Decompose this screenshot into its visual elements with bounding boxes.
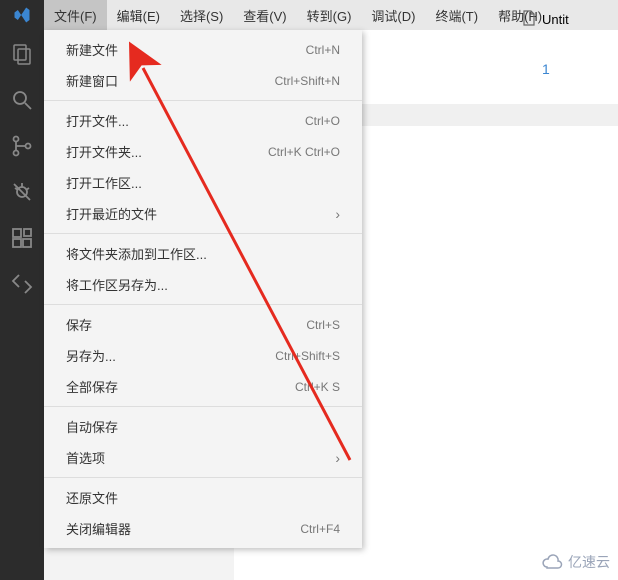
menu-item-label: 首选项 (66, 448, 105, 467)
menu-add-folder-workspace[interactable]: 将文件夹添加到工作区... (44, 238, 362, 269)
editor-tab-untitled[interactable]: Untit (512, 4, 579, 35)
cloud-icon (540, 554, 564, 570)
extensions-icon[interactable] (10, 226, 34, 250)
debug-icon[interactable] (10, 180, 34, 204)
source-control-icon[interactable] (10, 134, 34, 158)
menu-edit[interactable]: 编辑(E) (107, 0, 170, 30)
menu-separator (44, 304, 362, 305)
search-icon[interactable] (10, 88, 34, 112)
vscode-app-icon (0, 0, 44, 30)
shortcut: Ctrl+S (306, 318, 340, 332)
explorer-icon[interactable] (10, 42, 34, 66)
document-icon (522, 10, 536, 29)
menu-open-file[interactable]: 打开文件... Ctrl+O (44, 105, 362, 136)
watermark: 亿速云 (540, 552, 610, 572)
menu-separator (44, 100, 362, 101)
menu-separator (44, 406, 362, 407)
chevron-right-icon: › (335, 450, 340, 466)
menu-item-label: 将文件夹添加到工作区... (66, 244, 207, 263)
menu-view[interactable]: 查看(V) (233, 0, 296, 30)
menu-item-label: 打开最近的文件 (66, 204, 157, 223)
menu-item-label: 打开文件... (66, 111, 129, 130)
watermark-text: 亿速云 (568, 552, 610, 572)
menu-item-label: 将工作区另存为... (66, 275, 168, 294)
menu-revert-file[interactable]: 还原文件 (44, 482, 362, 513)
menu-close-editor[interactable]: 关闭编辑器 Ctrl+F4 (44, 513, 362, 544)
menu-save-as[interactable]: 另存为... Ctrl+Shift+S (44, 340, 362, 371)
shortcut: Ctrl+F4 (300, 522, 340, 536)
menu-new-file[interactable]: 新建文件 Ctrl+N (44, 34, 362, 65)
menu-new-window[interactable]: 新建窗口 Ctrl+Shift+N (44, 65, 362, 96)
menu-preferences[interactable]: 首选项 › (44, 442, 362, 473)
file-menu-dropdown: 新建文件 Ctrl+N 新建窗口 Ctrl+Shift+N 打开文件... Ct… (44, 30, 362, 548)
menu-terminal[interactable]: 终端(T) (425, 0, 488, 30)
shortcut: Ctrl+K Ctrl+O (268, 145, 340, 159)
menu-file[interactable]: 文件(F) (44, 0, 107, 30)
shortcut: Ctrl+O (305, 114, 340, 128)
menu-goto[interactable]: 转到(G) (297, 0, 362, 30)
line-number: 1 (542, 61, 550, 77)
menu-item-label: 自动保存 (66, 417, 118, 436)
menu-open-workspace[interactable]: 打开工作区... (44, 167, 362, 198)
menu-item-label: 新建窗口 (66, 71, 118, 90)
menu-open-recent[interactable]: 打开最近的文件 › (44, 198, 362, 229)
menu-debug[interactable]: 调试(D) (361, 0, 425, 30)
menu-save-all[interactable]: 全部保存 Ctrl+K S (44, 371, 362, 402)
menu-open-folder[interactable]: 打开文件夹... Ctrl+K Ctrl+O (44, 136, 362, 167)
menu-item-label: 打开文件夹... (66, 142, 142, 161)
menu-item-label: 另存为... (66, 346, 116, 365)
menu-save-workspace-as[interactable]: 将工作区另存为... (44, 269, 362, 300)
menu-save[interactable]: 保存 Ctrl+S (44, 309, 362, 340)
tab-label: Untit (542, 12, 569, 27)
menu-item-label: 新建文件 (66, 40, 118, 59)
menu-item-label: 还原文件 (66, 488, 118, 507)
menu-separator (44, 233, 362, 234)
menu-item-label: 打开工作区... (66, 173, 142, 192)
activity-bar (0, 30, 44, 580)
chevron-right-icon: › (335, 206, 340, 222)
shortcut: Ctrl+Shift+N (275, 74, 340, 88)
menu-item-label: 全部保存 (66, 377, 118, 396)
more-icon[interactable] (10, 272, 34, 296)
menu-auto-save[interactable]: 自动保存 (44, 411, 362, 442)
menu-item-label: 保存 (66, 315, 92, 334)
menu-separator (44, 477, 362, 478)
menu-item-label: 关闭编辑器 (66, 519, 131, 538)
shortcut: Ctrl+Shift+S (275, 349, 340, 363)
shortcut: Ctrl+K S (295, 380, 340, 394)
menu-select[interactable]: 选择(S) (170, 0, 233, 30)
shortcut: Ctrl+N (306, 43, 340, 57)
